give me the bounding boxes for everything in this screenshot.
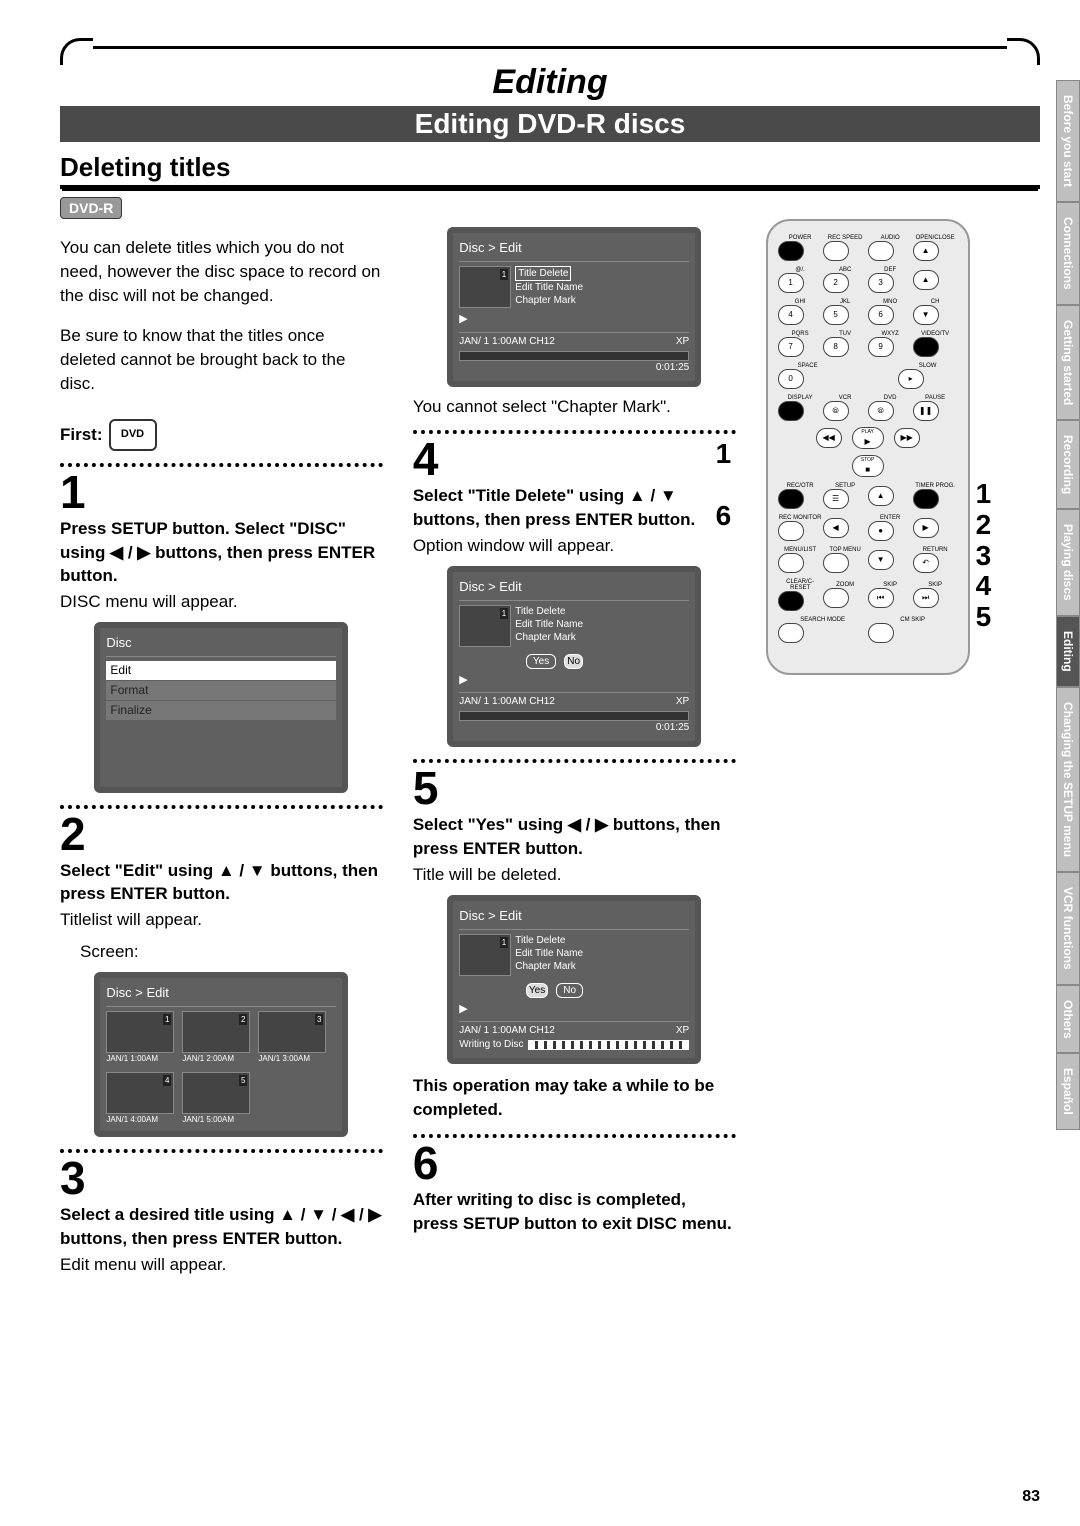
step4-head: Select "Title Delete" using ▲ / ▼ button… — [413, 484, 736, 532]
em-thumb-2: 1 — [500, 608, 508, 619]
tl-1: 1 — [163, 1014, 171, 1025]
em-side1c: Chapter Mark — [515, 295, 576, 306]
step1-number: 1 — [60, 469, 383, 515]
em-side3b: Edit Title Name — [515, 948, 583, 959]
disc-menu-finalize: Finalize — [106, 701, 336, 720]
step3-head: Select a desired title using ▲ / ▼ / ◀ /… — [60, 1203, 383, 1251]
em-side3c: Chapter Mark — [515, 961, 576, 972]
titlelist-osd: Disc > Edit 1JAN/1 1:00AM 2JAN/1 2:00AM … — [94, 972, 348, 1138]
em-tc-1: 0:01:25 — [459, 361, 689, 375]
disc-menu-edit: Edit — [106, 661, 336, 680]
intro-text-2: Be sure to know that the titles once del… — [60, 324, 383, 395]
step3-note: You cannot select "Chapter Mark". — [413, 395, 736, 419]
step5-note: This operation may take a while to be co… — [413, 1074, 736, 1122]
column-1: You can delete titles which you do not n… — [60, 219, 383, 1285]
edit-menu-osd-2: Disc > Edit 1 Title Delete Edit Title Na… — [447, 566, 701, 748]
tl-cap-2: JAN/1 2:00AM — [182, 1053, 250, 1064]
em-header-3: Disc > Edit — [459, 907, 689, 930]
sub-title: Editing DVD-R discs — [60, 106, 1040, 142]
disc-menu-title: Disc — [106, 634, 336, 657]
tl-cap-3: JAN/1 3:00AM — [258, 1053, 326, 1064]
em-no-2: No — [564, 654, 583, 669]
page-number: 83 — [1022, 1488, 1040, 1506]
step5-sub: Title will be deleted. — [413, 863, 736, 887]
em-side2b: Edit Title Name — [515, 619, 583, 630]
step2-number: 2 — [60, 811, 383, 857]
em-thumb-1: 1 — [500, 269, 508, 280]
tl-cap-4: JAN/1 4:00AM — [106, 1114, 174, 1125]
em-side3a: Title Delete — [515, 935, 565, 946]
em-side2c: Chapter Mark — [515, 632, 576, 643]
page-title: Editing — [60, 63, 1040, 102]
first-label: First: — [60, 423, 103, 447]
tl-2: 2 — [239, 1014, 247, 1025]
em-side2a: Title Delete — [515, 606, 565, 617]
tl-cap-1: JAN/1 1:00AM — [106, 1053, 174, 1064]
em-header-2: Disc > Edit — [459, 578, 689, 601]
step4-number: 4 — [413, 436, 736, 482]
em-thumb-3: 1 — [500, 937, 508, 948]
em-header-1: Disc > Edit — [459, 239, 689, 262]
column-2: Disc > Edit 1 Title Delete Edit Title Na… — [413, 219, 736, 1285]
em-foot-l3: JAN/ 1 1:00AM CH12 — [459, 1024, 555, 1038]
em-yes-2: Yes — [526, 654, 556, 669]
step6-number: 6 — [413, 1140, 736, 1186]
em-writing: Writing to Disc — [459, 1038, 523, 1052]
remote-diagram: POWERREC SPEEDAUDIOOPEN/CLOSE▲ @/.1ABC2D… — [766, 219, 970, 675]
step5-number: 5 — [413, 765, 736, 811]
em-side1a: Title Delete — [515, 266, 571, 281]
intro-text-1: You can delete titles which you do not n… — [60, 236, 383, 307]
tl-3: 3 — [315, 1014, 323, 1025]
disc-menu-osd: Disc Edit Format Finalize — [94, 622, 348, 793]
step5-head: Select "Yes" using ◀ / ▶ buttons, then p… — [413, 813, 736, 861]
step2-head: Select "Edit" using ▲ / ▼ buttons, then … — [60, 859, 383, 907]
em-yes-3: Yes — [526, 983, 548, 998]
dvd-r-badge: DVD-R — [60, 197, 122, 219]
callout-left-1: 1 6 — [716, 439, 732, 531]
edit-menu-osd-1: Disc > Edit 1 Title Delete Edit Title Na… — [447, 227, 701, 387]
tl-5: 5 — [239, 1075, 247, 1086]
callout-right: 1 2 3 4 5 — [976, 479, 992, 633]
em-foot-r3: XP — [676, 1024, 689, 1038]
em-side1b: Edit Title Name — [515, 282, 583, 293]
section-title: Deleting titles — [60, 152, 1040, 189]
em-foot-r2: XP — [676, 695, 689, 709]
disc-icon: DVD — [109, 419, 157, 451]
em-foot-l2: JAN/ 1 1:00AM CH12 — [459, 695, 555, 709]
step1-head: Press SETUP button. Select "DISC" using … — [60, 517, 383, 588]
disc-menu-format: Format — [106, 681, 336, 700]
column-3: 1 6 POWERREC SPEEDAUDIOOPEN/CLOSE▲ @/.1A… — [766, 219, 1040, 1285]
edit-menu-osd-3: Disc > Edit 1 Title Delete Edit Title Na… — [447, 895, 701, 1065]
step6-head: After writing to disc is completed, pres… — [413, 1188, 736, 1236]
titlelist-header: Disc > Edit — [106, 984, 336, 1007]
step3-number: 3 — [60, 1155, 383, 1201]
step2-sub: Titlelist will appear. — [60, 908, 383, 932]
em-no-3: No — [556, 983, 583, 998]
em-foot-r1: XP — [676, 335, 689, 349]
tl-4: 4 — [163, 1075, 171, 1086]
em-foot-l1: JAN/ 1 1:00AM CH12 — [459, 335, 555, 349]
step3-sub: Edit menu will appear. — [60, 1253, 383, 1277]
step2-screen: Screen: — [60, 940, 383, 964]
step4-sub: Option window will appear. — [413, 534, 736, 558]
em-tc-2: 0:01:25 — [459, 721, 689, 735]
step1-sub: DISC menu will appear. — [60, 590, 383, 614]
tl-cap-5: JAN/1 5:00AM — [182, 1114, 250, 1125]
